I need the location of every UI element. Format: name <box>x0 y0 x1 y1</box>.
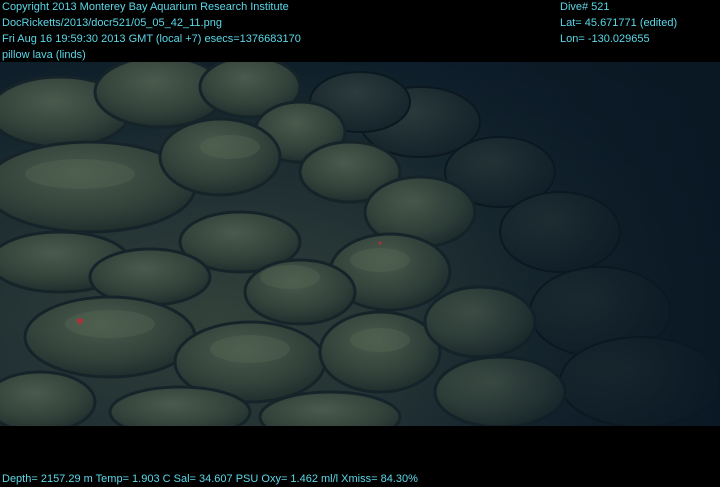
longitude: Lon= -130.029655 <box>560 33 650 45</box>
latitude: Lat= 45.671771 (edited) <box>560 17 678 29</box>
dive-number: Dive# 521 <box>560 1 610 13</box>
metadata-overlay-right: Dive# 521 Lat= 45.671771 (edited) Lon= -… <box>560 0 677 47</box>
metadata-overlay-left: Copyright 2013 Monterey Bay Aquarium Res… <box>2 0 301 63</box>
timestamp-line: Fri Aug 16 19:59:30 2013 GMT (local +7) … <box>2 33 301 45</box>
annotation-line: pillow lava (linds) <box>2 49 86 61</box>
sensor-readout: Depth= 2157.29 m Temp= 1.903 C Sal= 34.6… <box>2 473 418 485</box>
seafloor-photo <box>0 62 720 426</box>
image-path-line: DocRicketts/2013/docr521/05_05_42_11.png <box>2 17 222 29</box>
copyright-line: Copyright 2013 Monterey Bay Aquarium Res… <box>2 1 289 13</box>
pillow-lava-illustration <box>0 62 720 426</box>
